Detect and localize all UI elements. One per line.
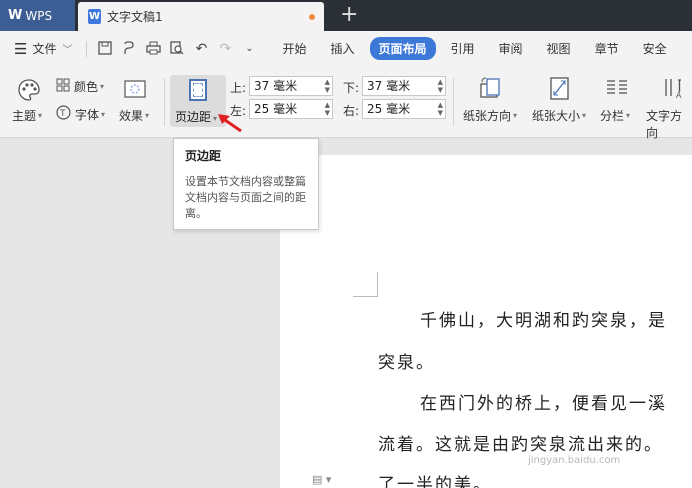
bottom-margin-value: 37 毫米 — [367, 79, 411, 93]
palette-icon — [17, 78, 41, 102]
unsaved-dot-icon — [309, 14, 315, 20]
margin-corner-mark — [377, 272, 378, 297]
redo-icon[interactable]: ↷ — [217, 41, 233, 57]
chevron-down-icon: ▾ — [38, 111, 43, 120]
left-margin-field[interactable]: 25 毫米 ▲ ▼ — [249, 99, 333, 119]
page-size-button[interactable]: 纸张大小 ▾ — [532, 107, 586, 124]
text-direction-label: 文字方向 — [646, 109, 683, 140]
tab-security[interactable]: 安全 — [634, 37, 676, 60]
color-button[interactable]: 颜色 ▾ — [56, 78, 104, 95]
chevron-down-icon: ▾ — [513, 111, 518, 120]
grid-icon — [56, 78, 70, 95]
document-icon: W — [88, 9, 101, 24]
tab-insert[interactable]: 插入 — [321, 37, 363, 60]
columns-icon — [605, 77, 629, 101]
font-circle-icon: T — [56, 105, 71, 123]
font-button[interactable]: T 字体 ▾ — [56, 105, 105, 123]
spinner-icon[interactable]: ▲ ▼ — [325, 101, 330, 117]
columns-label: 分栏 — [600, 109, 625, 123]
right-margin-label: 右: — [343, 104, 360, 118]
effect-button[interactable]: 效果 ▾ — [119, 107, 149, 124]
columns-button[interactable]: 分栏 ▾ — [600, 107, 630, 124]
document-tab[interactable]: W 文字文稿1 — [78, 2, 324, 31]
top-margin-value: 37 毫米 — [254, 79, 298, 93]
top-margin-label: 上: — [230, 81, 247, 95]
wps-home-tab[interactable]: W WPS — [0, 0, 75, 31]
customize-dropdown-icon[interactable]: ⌄ — [241, 41, 257, 57]
print-icon[interactable] — [145, 41, 161, 57]
tab-page-layout[interactable]: 页面布局 — [369, 37, 436, 60]
tab-home[interactable]: 开始 — [273, 37, 315, 60]
title-bar: W WPS W 文字文稿1 + — [0, 0, 692, 31]
page-orientation-icon — [478, 76, 502, 100]
top-margin-field[interactable]: 37 毫米 ▲ ▼ — [249, 76, 333, 96]
color-label: 颜色 — [74, 80, 99, 94]
divider — [86, 40, 88, 57]
chevron-down-icon: ▾ — [100, 82, 105, 91]
wps-logo-icon: W — [8, 8, 22, 23]
export-icon[interactable] — [121, 40, 137, 57]
page-size-label: 纸张大小 — [532, 109, 581, 123]
text-direction-button[interactable]: 文字方向 — [646, 107, 692, 141]
page-orientation-label: 纸张方向 — [463, 109, 512, 123]
page-size-icon — [548, 76, 572, 100]
file-menu-button[interactable]: ☰ 文件 ﹀ — [14, 40, 72, 58]
wps-app-name: WPS — [25, 8, 53, 23]
effect-icon — [124, 78, 148, 102]
hamburger-icon: ☰ — [14, 39, 28, 58]
tooltip-title: 页边距 — [185, 149, 222, 163]
chevron-down-icon: ▾ — [145, 111, 150, 120]
document-paragraph-line: 了一半的美。 — [378, 475, 492, 488]
left-margin-value: 25 毫米 — [254, 102, 298, 116]
save-icon[interactable] — [97, 40, 113, 57]
theme-button[interactable]: 主题 ▾ — [12, 107, 42, 124]
page-orientation-button[interactable]: 纸张方向 ▾ — [463, 107, 517, 124]
bottom-margin-label: 下: — [343, 81, 360, 95]
divider — [164, 78, 165, 126]
menu-bar: ☰ 文件 ﹀ ↶ ↷ ⌄ 开始 插入 页面布局 引用 审阅 视图 章节 安全 — [0, 31, 692, 66]
tab-section[interactable]: 章节 — [586, 37, 628, 60]
document-paragraph-line: 突泉。 — [378, 353, 435, 373]
print-preview-icon[interactable] — [169, 40, 185, 57]
tab-references[interactable]: 引用 — [442, 37, 484, 60]
new-tab-button[interactable]: + — [340, 3, 358, 27]
chevron-down-icon: ▾ — [582, 111, 587, 120]
file-menu-label: 文件 — [32, 42, 57, 56]
tab-review[interactable]: 审阅 — [490, 37, 532, 60]
document-map-icon[interactable]: ▤ ▾ — [312, 473, 331, 486]
chevron-down-icon: ▾ — [101, 109, 106, 119]
page-margin-tooltip: 页边距 设置本节文档内容或整篇文档内容与页面之间的距离。 — [173, 138, 319, 230]
watermark: jingyan.baidu.com — [528, 455, 621, 466]
svg-text:A: A — [676, 91, 682, 100]
page-margin-label: 页边距 ▾ — [175, 108, 217, 125]
page-margin-icon — [189, 79, 207, 101]
ribbon-page-layout: 主题 ▾ 颜色 ▾ T 字体 ▾ 效果 ▾ 页边距 ▾ 上: 37 毫米 ▲ ▼ 下: 37… — [0, 66, 692, 141]
spinner-icon[interactable]: ▲ ▼ — [438, 101, 443, 117]
svg-text:T: T — [60, 108, 66, 118]
red-arrow-icon — [218, 114, 242, 133]
spinner-icon[interactable]: ▲ ▼ — [438, 78, 443, 94]
right-margin-field[interactable]: 25 毫米 ▲ ▼ — [362, 99, 446, 119]
page-margin-text: 页边距 — [175, 110, 212, 124]
document-paragraph-line: 千佛山，大明湖和趵突泉，是 — [420, 311, 667, 331]
font-label: 字体 — [75, 107, 100, 122]
document-paragraph-line: 流着。这就是由趵突泉流出来的。 — [378, 435, 663, 455]
chevron-down-icon: ﹀ — [62, 45, 73, 56]
right-margin-value: 25 毫米 — [367, 102, 411, 116]
document-paragraph-line: 在西门外的桥上，便看见一溪 — [420, 394, 667, 414]
effect-label: 效果 — [119, 109, 144, 123]
tab-view[interactable]: 视图 — [538, 37, 580, 60]
chevron-down-icon: ▾ — [626, 111, 631, 120]
document-tab-title: 文字文稿1 — [107, 10, 163, 24]
margin-corner-mark — [353, 296, 378, 297]
text-direction-icon: A — [662, 76, 686, 100]
spinner-icon[interactable]: ▲ ▼ — [325, 78, 330, 94]
theme-label: 主题 — [12, 109, 37, 123]
tooltip-body: 设置本节文档内容或整篇文档内容与页面之间的距离。 — [185, 175, 306, 220]
undo-icon[interactable]: ↶ — [193, 41, 209, 57]
divider — [453, 78, 454, 126]
bottom-margin-field[interactable]: 37 毫米 ▲ ▼ — [362, 76, 446, 96]
